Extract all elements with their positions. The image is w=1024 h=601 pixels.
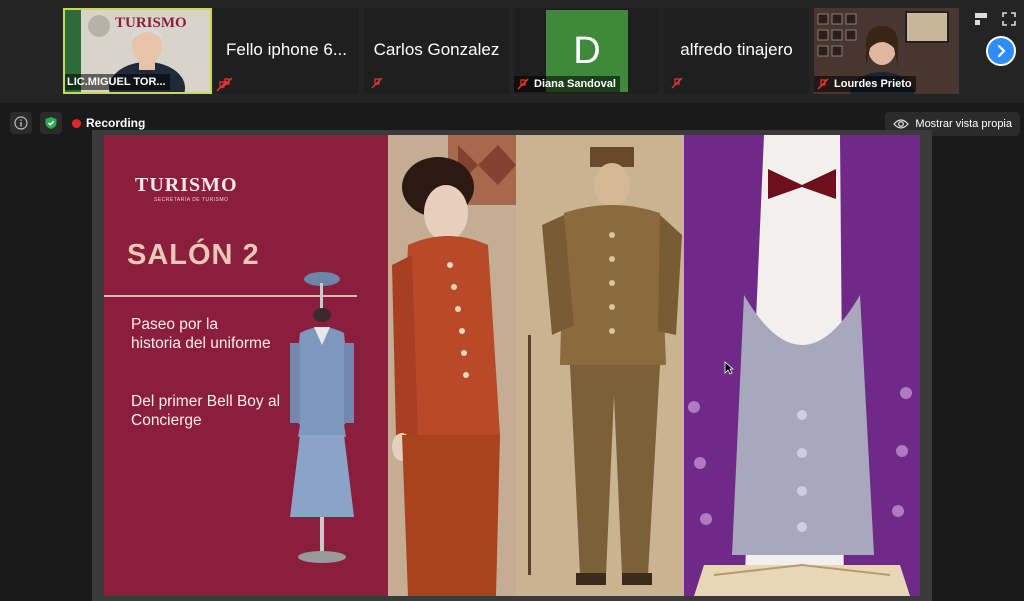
shared-screen: TURISMO SECRETARÍA DE TURISMO SALÓN 2 Pa…	[104, 135, 920, 596]
participant-name: alfredo tinajero	[680, 40, 793, 59]
mic-muted-icon	[816, 77, 830, 91]
participant-tile-carlos[interactable]: Carlos Gonzalez	[364, 8, 509, 94]
shield-check-icon	[45, 117, 57, 129]
participant-name: Carlos Gonzalez	[373, 40, 500, 59]
mic-muted-icon	[215, 79, 229, 93]
view-controls	[974, 12, 1016, 26]
photo-concierge-vest	[684, 135, 920, 596]
participant-strip: TURISMO LIC.MIGUEL TOR... Fello iphone 6…	[0, 0, 1024, 103]
view-icon[interactable]	[974, 12, 988, 26]
participant-name: Diana Sandoval	[534, 78, 616, 90]
participant-name-label: Diana Sandoval	[514, 76, 620, 92]
mic-muted-icon	[370, 76, 384, 90]
mic-muted-icon	[670, 76, 684, 90]
meeting-info-button[interactable]	[10, 112, 32, 134]
recording-dot-icon	[72, 118, 81, 128]
next-arrow-icon	[997, 44, 1006, 58]
recording-indicator: Recording	[72, 116, 145, 130]
mouse-cursor-icon	[724, 361, 734, 375]
participant-tile-miguel[interactable]: TURISMO LIC.MIGUEL TOR...	[63, 8, 212, 94]
uniform-mannequin-image	[290, 272, 354, 563]
participant-name-label: Lourdes Prieto	[814, 76, 916, 92]
slide-description-2: Del primer Bell Boy al Concierge	[131, 393, 281, 429]
participant-name: LIC.MIGUEL TOR...	[67, 76, 166, 88]
self-view-label: Mostrar vista propia	[915, 118, 1012, 130]
recording-label: Recording	[86, 116, 146, 130]
mic-muted-icon	[516, 77, 530, 91]
next-page-button[interactable]	[986, 36, 1016, 66]
participant-name: Lourdes Prieto	[834, 78, 912, 90]
fullscreen-icon[interactable]	[1002, 12, 1016, 26]
participant-tile-alfredo[interactable]: alfredo tinajero	[664, 8, 809, 94]
slide-logo-subtitle: SECRETARÍA DE TURISMO	[154, 197, 229, 203]
zoom-meeting-window: TURISMO LIC.MIGUEL TOR... Fello iphone 6…	[0, 0, 1024, 601]
historic-photo-woman-uniform	[388, 135, 516, 596]
participant-name-label: LIC.MIGUEL TOR...	[65, 74, 170, 90]
security-button[interactable]	[40, 112, 62, 134]
historic-photo-bellboy	[516, 135, 684, 596]
participant-tile-diana[interactable]: D Diana Sandoval	[514, 8, 659, 94]
eye-icon	[893, 119, 910, 129]
participant-name: Fello iphone 6...	[226, 40, 347, 59]
slide-title: SALÓN 2	[127, 239, 260, 271]
slide-description-1: Paseo por la historia del uniforme	[131, 316, 271, 352]
slide-logo: TURISMO	[135, 174, 238, 196]
info-icon	[14, 116, 28, 130]
participant-tile-fello[interactable]: Fello iphone 6...	[214, 8, 359, 94]
slide-text-panel: TURISMO SECRETARÍA DE TURISMO SALÓN 2 Pa…	[104, 135, 388, 596]
participant-tile-lourdes[interactable]: Lourdes Prieto	[814, 8, 959, 94]
